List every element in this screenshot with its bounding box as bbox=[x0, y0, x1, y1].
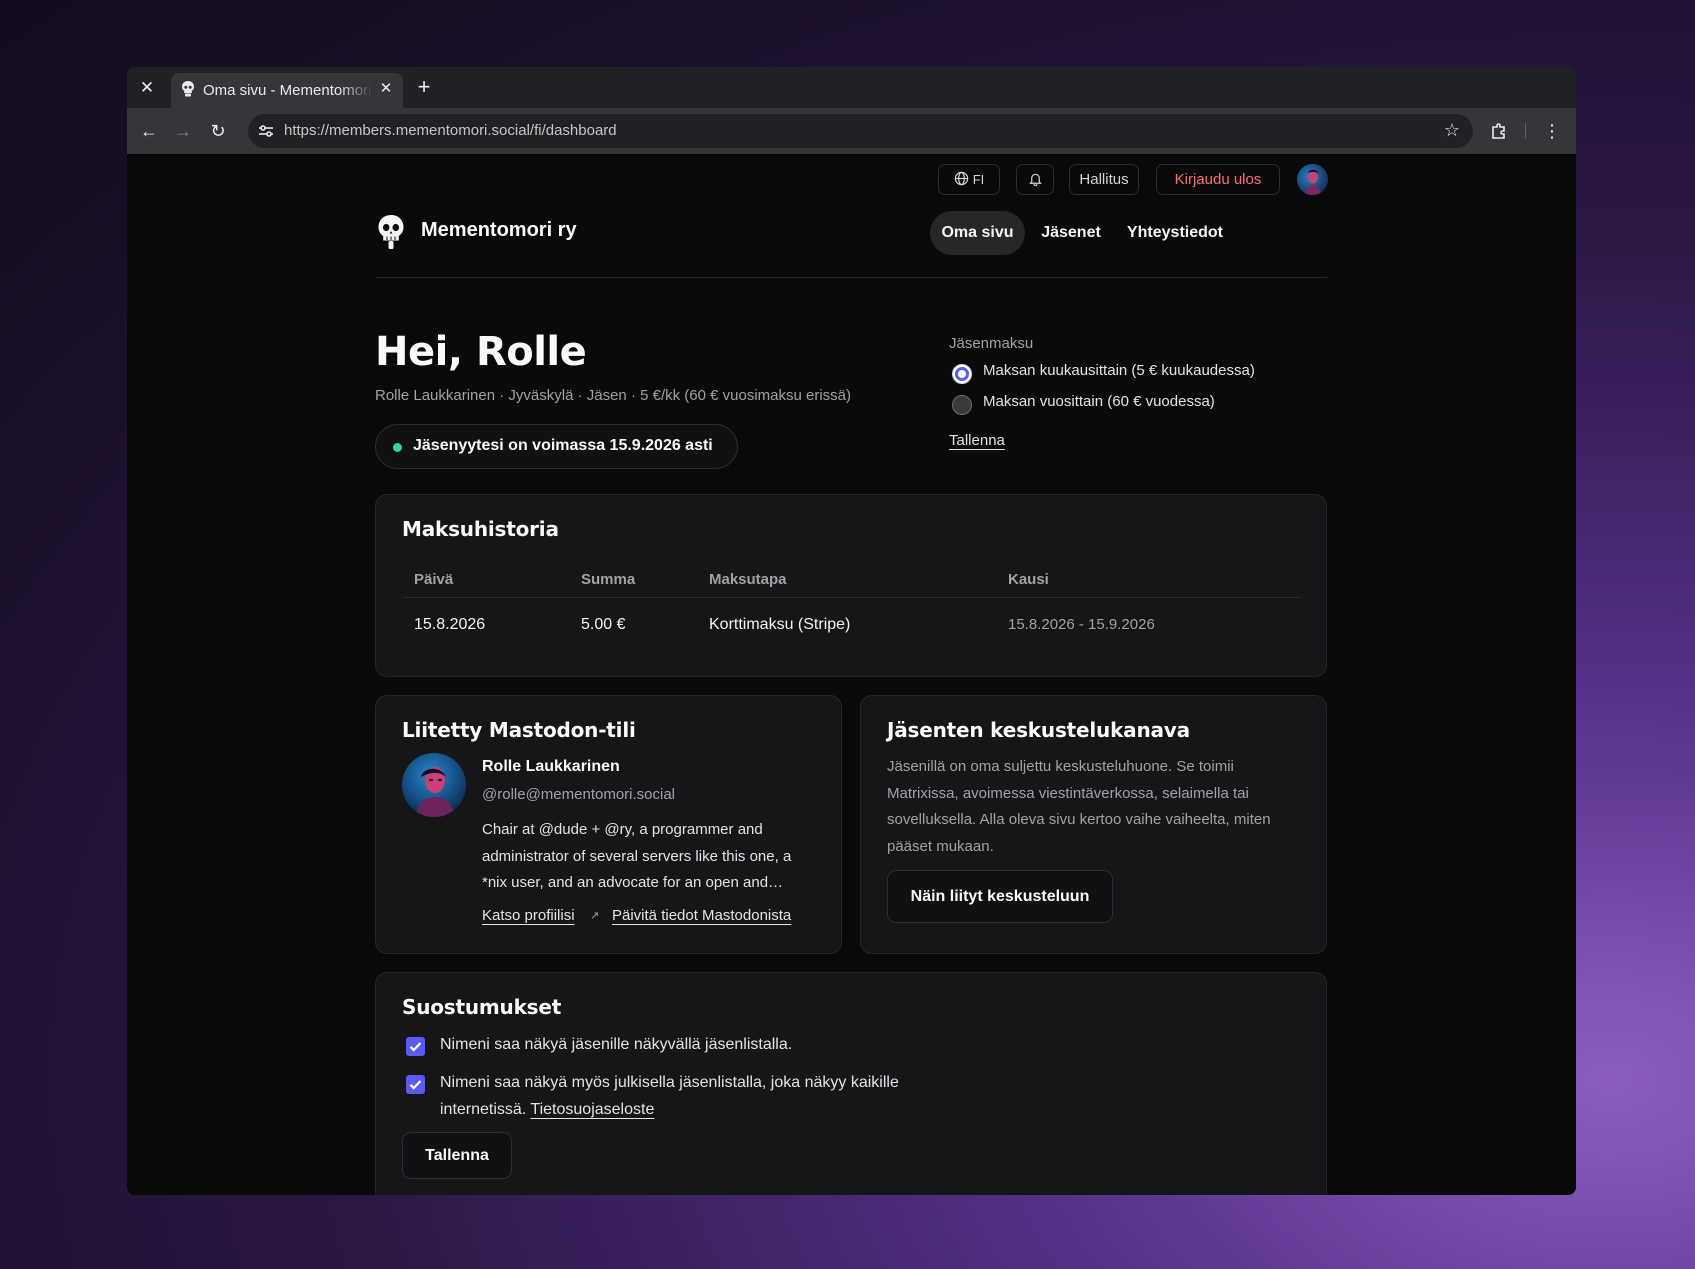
chat-description: Jäsenillä on oma suljettu keskusteluhuon… bbox=[887, 758, 1271, 855]
admin-button[interactable]: Hallitus bbox=[1069, 164, 1139, 195]
browser-toolbar: ← → ↻ https://members.mementomori.social… bbox=[127, 108, 1576, 154]
language-button[interactable]: FI bbox=[938, 164, 1000, 195]
page-title: Hei, Rolle bbox=[375, 329, 587, 375]
member-meta: Rolle Laukkarinen · Jyväskylä · Jäsen · … bbox=[375, 387, 852, 404]
payment-history-card: Maksuhistoria Päivä Summa Maksutapa Kaus… bbox=[375, 494, 1327, 677]
fee-label: Jäsenmaksu bbox=[949, 335, 1034, 352]
cell-method: Korttimaksu (Stripe) bbox=[709, 616, 851, 633]
tab-strip: ✕ Oma sivu - Mementomori ry ✕ + bbox=[127, 67, 1576, 108]
status-badge: Jäsenyytesi on voimassa 15.9.2026 asti bbox=[375, 424, 738, 469]
consent-text-public: Nimeni saa näkyä myös julkisella jäsenli… bbox=[440, 1069, 960, 1123]
tab-title: Oma sivu - Mementomori ry bbox=[203, 82, 373, 99]
radio-yearly-label[interactable]: Maksan vuosittain (60 € vuodessa) bbox=[983, 393, 1215, 410]
col-period: Kausi bbox=[1008, 571, 1049, 588]
view-profile-link[interactable]: Katso profiilisi bbox=[482, 907, 575, 924]
header-divider bbox=[375, 277, 1327, 278]
external-link-icon: ↗ bbox=[590, 910, 600, 922]
nav-yhteystiedot[interactable]: Yhteystiedot bbox=[1120, 211, 1230, 255]
mastodon-card: Liitetty Mastodon-tili Rolle Laukkarinen… bbox=[375, 695, 842, 954]
col-amount: Summa bbox=[581, 571, 636, 588]
mastodon-handle: @rolle@mementomori.social bbox=[482, 786, 676, 803]
mastodon-avatar bbox=[402, 753, 466, 817]
logout-button[interactable]: Kirjaudu ulos bbox=[1156, 164, 1280, 195]
tune-icon[interactable] bbox=[256, 121, 276, 141]
reload-icon[interactable]: ↻ bbox=[206, 119, 230, 143]
browser-window: ✕ Oma sivu - Mementomori ry ✕ + ← → ↻ ht… bbox=[127, 67, 1576, 1195]
consents-save-button[interactable]: Tallenna bbox=[402, 1132, 512, 1179]
plus-icon[interactable]: + bbox=[412, 75, 436, 99]
tab-close-icon[interactable]: ✕ bbox=[377, 80, 395, 98]
col-method: Maksutapa bbox=[709, 571, 787, 588]
mastodon-name: Rolle Laukkarinen bbox=[482, 758, 620, 775]
menu-icon[interactable]: ⋮ bbox=[1540, 119, 1564, 143]
radio-monthly-label[interactable]: Maksan kuukausittain (5 € kuukaudessa) bbox=[983, 362, 1255, 379]
cell-amount: 5.00 € bbox=[581, 616, 626, 633]
status-text: Jäsenyytesi on voimassa 15.9.2026 asti bbox=[413, 437, 713, 454]
consent-checkbox-members[interactable] bbox=[406, 1037, 425, 1056]
forward-icon[interactable]: → bbox=[171, 119, 195, 143]
check-icon bbox=[409, 1042, 422, 1052]
payment-history-title: Maksuhistoria bbox=[402, 517, 559, 541]
status-dot bbox=[393, 443, 402, 452]
radio-monthly[interactable] bbox=[952, 364, 972, 384]
browser-tab[interactable]: Oma sivu - Mementomori ry ✕ bbox=[171, 73, 403, 108]
brand-name[interactable]: Mementomori ry bbox=[421, 219, 577, 242]
extensions-icon[interactable] bbox=[1487, 119, 1511, 143]
address-bar[interactable]: https://members.mementomori.social/fi/da… bbox=[248, 114, 1473, 148]
toolbar-divider bbox=[1525, 123, 1526, 139]
radio-yearly[interactable] bbox=[952, 395, 972, 415]
bell-icon bbox=[1028, 173, 1042, 187]
cell-period: 15.8.2026 - 15.9.2026 bbox=[1008, 616, 1155, 633]
consents-card: Suostumukset Nimeni saa näkyä jäsenille … bbox=[375, 972, 1327, 1195]
skull-icon bbox=[378, 215, 404, 249]
privacy-policy-link[interactable]: Tietosuojaseloste bbox=[530, 1101, 654, 1118]
mastodon-title: Liitetty Mastodon-tili bbox=[402, 718, 636, 742]
page-content: FI Hallitus Kirjaudu ulos Mementomori ry… bbox=[127, 154, 1576, 1195]
star-icon[interactable]: ☆ bbox=[1441, 119, 1463, 141]
close-icon[interactable]: ✕ bbox=[135, 76, 159, 100]
globe-icon bbox=[954, 171, 968, 186]
mastodon-bio: Chair at @dude + @ry, a programmer and a… bbox=[482, 821, 792, 891]
back-icon[interactable]: ← bbox=[137, 119, 161, 143]
fee-save-link[interactable]: Tallenna bbox=[949, 432, 1005, 449]
cell-date: 15.8.2026 bbox=[414, 616, 486, 633]
consent-text-members: Nimeni saa näkyä jäsenille näkyvällä jäs… bbox=[440, 1036, 793, 1053]
consent-checkbox-public[interactable] bbox=[406, 1075, 425, 1094]
nav-oma-sivu[interactable]: Oma sivu bbox=[930, 211, 1025, 255]
consent-public-label: Nimeni saa näkyä myös julkisella jäsenli… bbox=[440, 1074, 899, 1118]
join-chat-button[interactable]: Näin liityt keskusteluun bbox=[887, 870, 1113, 923]
view-profile-label: Katso profiilisi bbox=[482, 907, 575, 924]
url-text: https://members.mementomori.social/fi/da… bbox=[284, 122, 617, 139]
nav-jasenet[interactable]: Jäsenet bbox=[1033, 211, 1109, 255]
col-date: Päivä bbox=[414, 571, 454, 588]
notifications-button[interactable] bbox=[1016, 164, 1054, 195]
skull-icon bbox=[182, 81, 194, 97]
table-divider bbox=[402, 597, 1302, 598]
avatar[interactable] bbox=[1297, 164, 1328, 195]
update-from-mastodon-link[interactable]: Päivitä tiedot Mastodonista bbox=[612, 907, 791, 924]
check-icon bbox=[409, 1080, 422, 1090]
chat-card: Jäsenten keskustelukanava Jäsenillä on o… bbox=[860, 695, 1327, 954]
language-label: FI bbox=[972, 172, 985, 187]
chat-title: Jäsenten keskustelukanava bbox=[887, 718, 1190, 742]
consents-title: Suostumukset bbox=[402, 995, 562, 1019]
